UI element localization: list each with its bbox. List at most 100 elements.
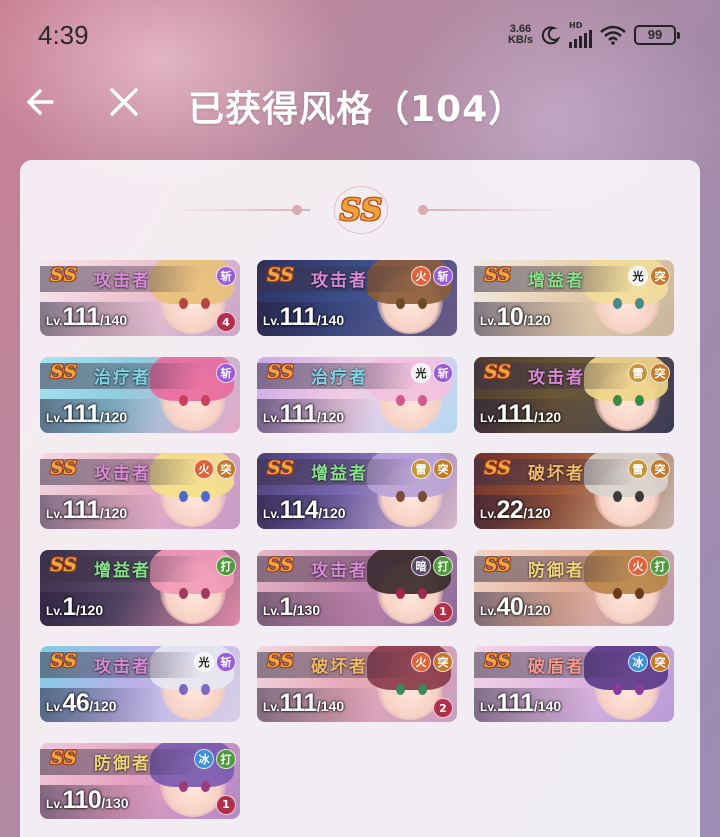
style-card[interactable]: SS 攻击者 光斩 Lv. 46/120 bbox=[40, 646, 240, 722]
cellular-signal-icon: HD bbox=[569, 22, 592, 48]
level-prefix: Lv. bbox=[263, 507, 280, 521]
max-level: /120 bbox=[523, 505, 551, 521]
current-level: 10 bbox=[496, 303, 524, 331]
style-collection-panel: SS SS 攻击者斩 Lv. 111/140 4 SS 攻击者火斩 Lv. 111/140 SS 增… bbox=[20, 160, 700, 837]
page-header: 已获得风格（104） bbox=[0, 72, 720, 132]
style-card[interactable]: SS 破坏者 雷突 Lv. 22/120 bbox=[474, 453, 674, 529]
role-label: 治疗者 bbox=[311, 367, 368, 388]
attribute-badges: 冰打 bbox=[194, 748, 236, 769]
attribute-badges: 火突 bbox=[411, 652, 453, 672]
wifi-icon bbox=[600, 25, 626, 45]
max-level: /120 bbox=[99, 505, 128, 521]
attribute-badge-strike: 打 bbox=[216, 555, 236, 576]
level-prefix: Lv. bbox=[480, 507, 497, 521]
max-level: /120 bbox=[523, 601, 551, 618]
ss-rank-icon: SS bbox=[50, 264, 78, 286]
attribute-badges: 暗打 bbox=[411, 555, 453, 576]
level-display: Lv. 111/120 bbox=[46, 400, 127, 429]
ss-rank-icon: SS bbox=[484, 360, 512, 383]
role-label: 增益者 bbox=[94, 560, 151, 581]
divider-line-left bbox=[170, 209, 310, 211]
attribute-badge-light: 光 bbox=[194, 652, 214, 672]
attribute-badges: 光突 bbox=[628, 266, 670, 286]
level-display: Lv. 40/120 bbox=[480, 593, 551, 622]
attribute-badge-fire: 火 bbox=[411, 652, 431, 672]
attribute-badge-slash: 斩 bbox=[216, 362, 236, 383]
level-prefix: Lv. bbox=[46, 796, 63, 811]
role-label: 增益者 bbox=[311, 464, 368, 484]
attribute-badge-fire: 火 bbox=[194, 459, 214, 479]
attribute-badge-strike: 打 bbox=[433, 555, 453, 576]
max-level: /120 bbox=[316, 408, 345, 425]
attribute-badge-fire: 火 bbox=[411, 266, 431, 286]
style-card[interactable]: SS 攻击者 雷突 Lv. 111/120 bbox=[474, 356, 674, 433]
limit-break-count-badge: 1 bbox=[433, 601, 453, 622]
ss-rank-icon: SS bbox=[267, 650, 295, 672]
current-level: 111 bbox=[62, 303, 100, 331]
max-level: /120 bbox=[99, 408, 128, 425]
close-icon[interactable] bbox=[102, 80, 146, 124]
role-label: 防御者 bbox=[94, 753, 151, 774]
arrow-left-icon[interactable] bbox=[22, 80, 66, 124]
attribute-badges: 打 bbox=[216, 555, 236, 576]
style-card[interactable]: SS 增益者 光突 Lv. 10/120 bbox=[474, 260, 674, 336]
style-card[interactable]: SS 攻击者 火斩 Lv. 111/140 bbox=[257, 260, 457, 336]
style-card[interactable]: SS 增益者 雷突 Lv. 114/120 bbox=[257, 453, 457, 529]
level-display: Lv. 111/140 bbox=[263, 689, 344, 718]
attribute-badge-dark: 暗 bbox=[411, 555, 431, 576]
style-card[interactable]: SS 增益者 打 Lv. 1/120 bbox=[40, 549, 240, 626]
current-level: 111 bbox=[279, 689, 317, 717]
style-card[interactable]: SS 攻击者 斩 Lv. 111/140 4 bbox=[40, 260, 240, 336]
style-card[interactable]: SS 攻击者暗打 Lv. 1/130 1 bbox=[257, 549, 457, 626]
level-display: Lv. 111/120 bbox=[263, 400, 344, 429]
style-card[interactable]: SS 防御者 冰打 Lv. 110/130 1 bbox=[40, 742, 240, 819]
divider-line-right bbox=[424, 209, 564, 211]
ss-rank-icon: SS bbox=[267, 360, 295, 383]
attribute-badge-ice: 冰 bbox=[628, 652, 648, 672]
level-display: Lv. 111/140 bbox=[480, 689, 561, 718]
level-prefix: Lv. bbox=[46, 700, 63, 714]
role-label: 破盾者 bbox=[528, 657, 585, 677]
level-display: Lv. 111/120 bbox=[480, 400, 561, 429]
role-label: 治疗者 bbox=[94, 367, 151, 388]
max-level: /140 bbox=[316, 698, 345, 714]
style-card[interactable]: SS 破坏者 火突 Lv. 111/140 2 bbox=[257, 646, 457, 722]
attribute-badge-pierce: 突 bbox=[433, 459, 453, 479]
ss-rank-icon: SS bbox=[484, 650, 512, 672]
max-level: /140 bbox=[316, 312, 345, 328]
level-display: Lv. 46/120 bbox=[46, 689, 117, 718]
attribute-badges: 光斩 bbox=[411, 362, 453, 383]
status-icons: 3.66 KB/s HD 99 bbox=[508, 22, 680, 48]
attribute-badge-pierce: 突 bbox=[650, 652, 670, 672]
level-display: Lv. 10/120 bbox=[480, 303, 551, 332]
ss-rank-icon: SS bbox=[484, 457, 512, 479]
attribute-badge-pierce: 突 bbox=[433, 652, 453, 672]
do-not-disturb-moon-icon bbox=[541, 26, 561, 45]
level-prefix: Lv. bbox=[263, 314, 280, 328]
level-prefix: Lv. bbox=[480, 410, 497, 425]
ss-rank-icon: SS bbox=[50, 457, 78, 479]
max-level: /120 bbox=[318, 505, 346, 521]
current-level: 111 bbox=[496, 399, 534, 428]
attribute-badge-slash: 斩 bbox=[433, 266, 453, 286]
style-card[interactable]: SS 防御者 火打 Lv. 40/120 bbox=[474, 549, 674, 626]
level-prefix: Lv. bbox=[46, 507, 63, 521]
current-level: 111 bbox=[496, 689, 534, 717]
level-prefix: Lv. bbox=[46, 603, 63, 618]
style-card[interactable]: SS 治疗者 斩 Lv. 111/120 bbox=[40, 356, 240, 433]
style-card[interactable]: SS 攻击者 火突 Lv. 111/120 bbox=[40, 453, 240, 529]
attribute-badges: 雷突 bbox=[628, 459, 670, 479]
level-prefix: Lv. bbox=[263, 700, 280, 714]
attribute-badge-thunder: 雷 bbox=[628, 459, 648, 479]
attribute-badge-slash: 斩 bbox=[433, 362, 453, 383]
role-label: 攻击者 bbox=[94, 271, 151, 291]
max-level: /120 bbox=[75, 601, 104, 618]
max-level: /120 bbox=[523, 312, 551, 328]
attribute-badge-fire: 火 bbox=[628, 555, 648, 576]
current-level: 111 bbox=[62, 399, 100, 428]
style-card[interactable]: SS 治疗者 光斩 Lv. 111/120 bbox=[257, 356, 457, 433]
role-label: 防御者 bbox=[528, 560, 585, 581]
style-card[interactable]: SS 破盾者 冰突 Lv. 111/140 bbox=[474, 646, 674, 722]
ss-rank-icon: SS bbox=[267, 264, 295, 286]
level-display: Lv. 110/130 bbox=[46, 786, 129, 815]
